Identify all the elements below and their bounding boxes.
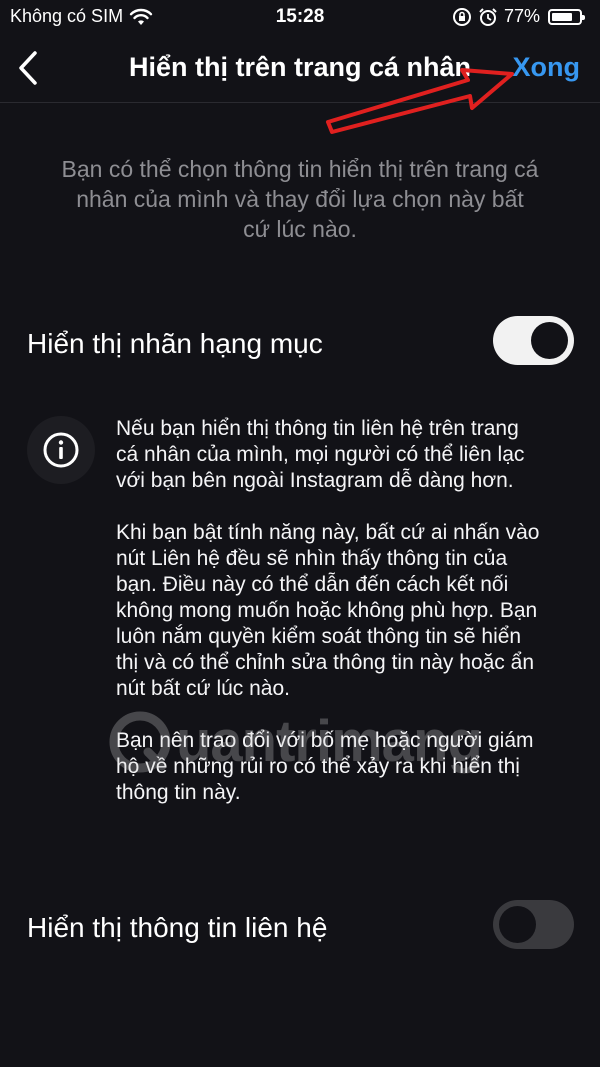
contact-info-toggle[interactable]: [493, 900, 574, 949]
info-paragraph-3: Bạn nên trao đổi với bố mẹ hoặc người gi…: [116, 729, 534, 804]
orientation-lock-icon: [452, 7, 471, 26]
toggle-row-contact-info: Hiển thị thông tin liên hệ: [0, 900, 600, 960]
page-title: Hiển thị trên trang cá nhân: [128, 52, 472, 82]
info-paragraph-1: Nếu bạn hiển thị thông tin liên hệ trên …: [116, 417, 525, 492]
toggle-row-category-label: Hiển thị nhãn hạng mục: [0, 316, 600, 376]
info-icon: [43, 432, 79, 468]
info-icon-container: [27, 416, 95, 484]
battery-icon: [548, 8, 585, 25]
info-text-block: Nếu bạn hiển thị thông tin liên hệ trên …: [116, 416, 546, 832]
alarm-icon: [479, 7, 497, 26]
status-right: 77%: [452, 6, 585, 27]
toggle-knob: [531, 322, 568, 359]
done-button[interactable]: Xong: [513, 52, 581, 83]
description-text: Bạn có thể chọn thông tin hiển thị trên …: [61, 156, 539, 242]
status-bar: Không có SIM 15:28 77%: [0, 0, 600, 36]
category-label-toggle[interactable]: [493, 316, 574, 365]
info-paragraph-2: Khi bạn bật tính năng này, bất cứ ai nhấ…: [116, 521, 540, 700]
toggle-label-contact: Hiển thị thông tin liên hệ: [27, 912, 328, 943]
battery-level: [552, 12, 573, 21]
toggle-knob: [499, 906, 536, 943]
toggle-label-category: Hiển thị nhãn hạng mục: [27, 328, 323, 359]
navigation-header: Hiển thị trên trang cá nhân Xong: [0, 36, 600, 103]
battery-percent: 77%: [503, 6, 540, 26]
